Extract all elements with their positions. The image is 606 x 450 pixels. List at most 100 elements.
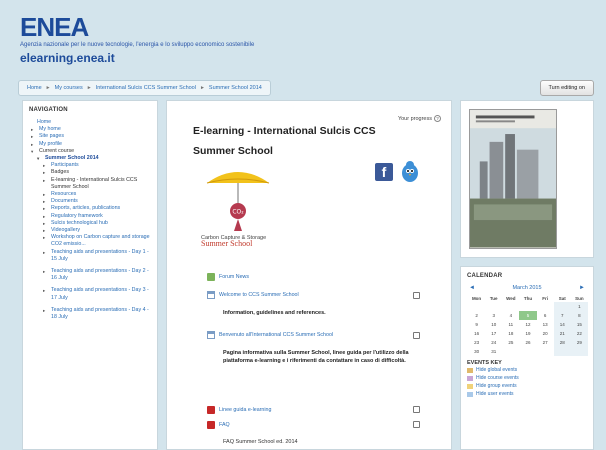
- calendar-day[interactable]: 21: [553, 329, 571, 338]
- expand-arrow-icon[interactable]: ▸: [43, 169, 48, 176]
- expand-arrow-icon[interactable]: ▸: [43, 205, 48, 212]
- event-key-item[interactable]: Hide group events: [467, 382, 587, 390]
- expand-arrow-icon[interactable]: ▸: [43, 198, 48, 205]
- calendar-day[interactable]: 24: [485, 338, 502, 347]
- calendar-day[interactable]: 12: [519, 320, 536, 329]
- calendar-day[interactable]: 22: [570, 329, 588, 338]
- nav-item[interactable]: ▸ Badges: [29, 169, 151, 176]
- calendar-day[interactable]: 19: [519, 329, 536, 338]
- calendar-day[interactable]: 7: [553, 311, 571, 320]
- nav-item-label[interactable]: Teaching aids and presentations - Day 2 …: [51, 268, 151, 282]
- event-key-label[interactable]: Hide user events: [476, 390, 514, 398]
- activity-forum-news[interactable]: Forum News: [207, 273, 249, 281]
- expand-arrow-icon[interactable]: ▸: [31, 141, 36, 148]
- event-key-label[interactable]: Hide course events: [476, 374, 519, 382]
- expand-arrow-icon[interactable]: ▸: [43, 268, 48, 282]
- expand-arrow-icon[interactable]: ▸: [43, 220, 48, 227]
- calendar-day[interactable]: 4: [502, 311, 519, 320]
- completion-checkbox[interactable]: [413, 332, 420, 339]
- twitter-bird-icon[interactable]: [399, 159, 421, 183]
- calendar-day[interactable]: 29: [570, 338, 588, 347]
- expand-arrow-icon[interactable]: ▸: [43, 307, 48, 321]
- event-key-item[interactable]: Hide global events: [467, 366, 587, 374]
- nav-item[interactable]: ▸ Regulatory framework: [29, 213, 151, 220]
- activity-link[interactable]: Linee guida e-learning: [219, 407, 271, 413]
- enea-logo[interactable]: ENEA: [20, 12, 89, 43]
- event-key-label[interactable]: Hide global events: [476, 366, 517, 374]
- nav-item-label[interactable]: Home: [37, 119, 51, 126]
- calendar-day[interactable]: 16: [468, 329, 485, 338]
- facebook-icon[interactable]: f: [375, 163, 393, 181]
- expand-arrow-icon[interactable]: ▸: [43, 213, 48, 220]
- calendar-month[interactable]: March 2015: [512, 285, 541, 291]
- calendar-day[interactable]: 25: [502, 338, 519, 347]
- nav-item[interactable]: ▸ Site pages: [29, 133, 151, 140]
- nav-item-label[interactable]: Teaching aids and presentations - Day 4 …: [51, 307, 151, 321]
- calendar-day[interactable]: 1: [570, 302, 588, 311]
- nav-item-label[interactable]: Summer School 2014: [45, 155, 99, 162]
- nav-item[interactable]: ▸ My home: [29, 126, 151, 133]
- nav-item[interactable]: ▸ Participants: [29, 162, 151, 169]
- help-icon[interactable]: ?: [434, 115, 441, 122]
- nav-item-label[interactable]: Workshop on Carbon capture and storage C…: [51, 234, 151, 248]
- completion-checkbox[interactable]: [413, 421, 420, 428]
- calendar-day[interactable]: 26: [519, 338, 536, 347]
- calendar-day[interactable]: 17: [485, 329, 502, 338]
- expand-arrow-icon[interactable]: ▸: [43, 249, 48, 263]
- nav-item[interactable]: ▸ E-learning - International Sulcis CCS S…: [29, 177, 151, 191]
- nav-item[interactable]: ▸ Teaching aids and presentations - Day 4…: [29, 307, 151, 321]
- expand-arrow-icon[interactable]: ▸: [31, 133, 36, 140]
- nav-item-label[interactable]: Current course: [39, 148, 74, 155]
- activity-linee-guida[interactable]: Linee guida e-learning: [207, 406, 271, 414]
- nav-item[interactable]: ▾ Summer School 2014: [29, 155, 151, 162]
- event-key-label[interactable]: Hide group events: [476, 382, 517, 390]
- nav-item[interactable]: ▸ Documents: [29, 198, 151, 205]
- nav-item[interactable]: ▸ Teaching aids and presentations - Day 3…: [29, 287, 151, 301]
- expand-arrow-icon[interactable]: ▸: [43, 234, 48, 248]
- calendar-day[interactable]: 20: [537, 329, 554, 338]
- expand-arrow-icon[interactable]: ▸: [31, 126, 36, 133]
- completion-checkbox[interactable]: [413, 406, 420, 413]
- nav-item[interactable]: ▸ Sulcis technological hub: [29, 220, 151, 227]
- nav-item-label[interactable]: Videogallery: [51, 227, 80, 234]
- breadcrumb-my-courses[interactable]: My courses: [55, 85, 83, 91]
- expand-arrow-icon[interactable]: ▾: [37, 155, 42, 162]
- calendar-day[interactable]: 31: [485, 347, 502, 356]
- expand-arrow-icon[interactable]: ▾: [31, 148, 36, 155]
- nav-item-label[interactable]: Badges: [51, 169, 69, 176]
- event-key-item[interactable]: Hide course events: [467, 374, 587, 382]
- breadcrumb-category[interactable]: International Sulcis CCS Summer School: [96, 85, 196, 91]
- calendar-day[interactable]: 6: [537, 311, 554, 320]
- calendar-day[interactable]: 23: [468, 338, 485, 347]
- calendar-day[interactable]: 5: [519, 311, 537, 320]
- nav-item[interactable]: ▸ Reports, articles, publications: [29, 205, 151, 212]
- expand-arrow-icon[interactable]: ▸: [43, 227, 48, 234]
- nav-item-label[interactable]: Teaching aids and presentations - Day 3 …: [51, 287, 151, 301]
- calendar-day[interactable]: 27: [537, 338, 554, 347]
- event-key-item[interactable]: Hide user events: [467, 390, 587, 398]
- activity-link[interactable]: Forum News: [219, 274, 249, 280]
- nav-item[interactable]: ▸ Resources: [29, 191, 151, 198]
- completion-checkbox[interactable]: [413, 292, 420, 299]
- activity-link[interactable]: Welcome to CCS Summer School: [219, 292, 299, 298]
- nav-item[interactable]: ▸ Teaching aids and presentations - Day 1…: [29, 249, 151, 263]
- calendar-day[interactable]: 3: [485, 311, 502, 320]
- calendar-prev-month[interactable]: ◄: [469, 285, 475, 291]
- calendar-day[interactable]: 14: [553, 320, 571, 329]
- breadcrumb-home[interactable]: Home: [27, 85, 42, 91]
- nav-item-label[interactable]: Documents: [51, 198, 78, 205]
- site-name[interactable]: elearning.enea.it: [20, 51, 115, 65]
- calendar-day[interactable]: 15: [570, 320, 588, 329]
- calendar-day[interactable]: 13: [537, 320, 554, 329]
- nav-item-label[interactable]: My profile: [39, 141, 62, 148]
- nav-item-label[interactable]: Reports, articles, publications: [51, 205, 120, 212]
- calendar-day[interactable]: 11: [502, 320, 519, 329]
- nav-item-label[interactable]: Teaching aids and presentations - Day 1 …: [51, 249, 151, 263]
- activity-faq[interactable]: FAQ: [207, 421, 230, 429]
- calendar-day[interactable]: 10: [485, 320, 502, 329]
- activity-welcome[interactable]: Welcome to CCS Summer School: [207, 291, 299, 299]
- nav-item[interactable]: ▸ My profile: [29, 141, 151, 148]
- calendar-day[interactable]: 28: [553, 338, 571, 347]
- nav-item-label[interactable]: Participants: [51, 162, 79, 169]
- turn-editing-on-button[interactable]: Turn editing on: [539, 80, 594, 96]
